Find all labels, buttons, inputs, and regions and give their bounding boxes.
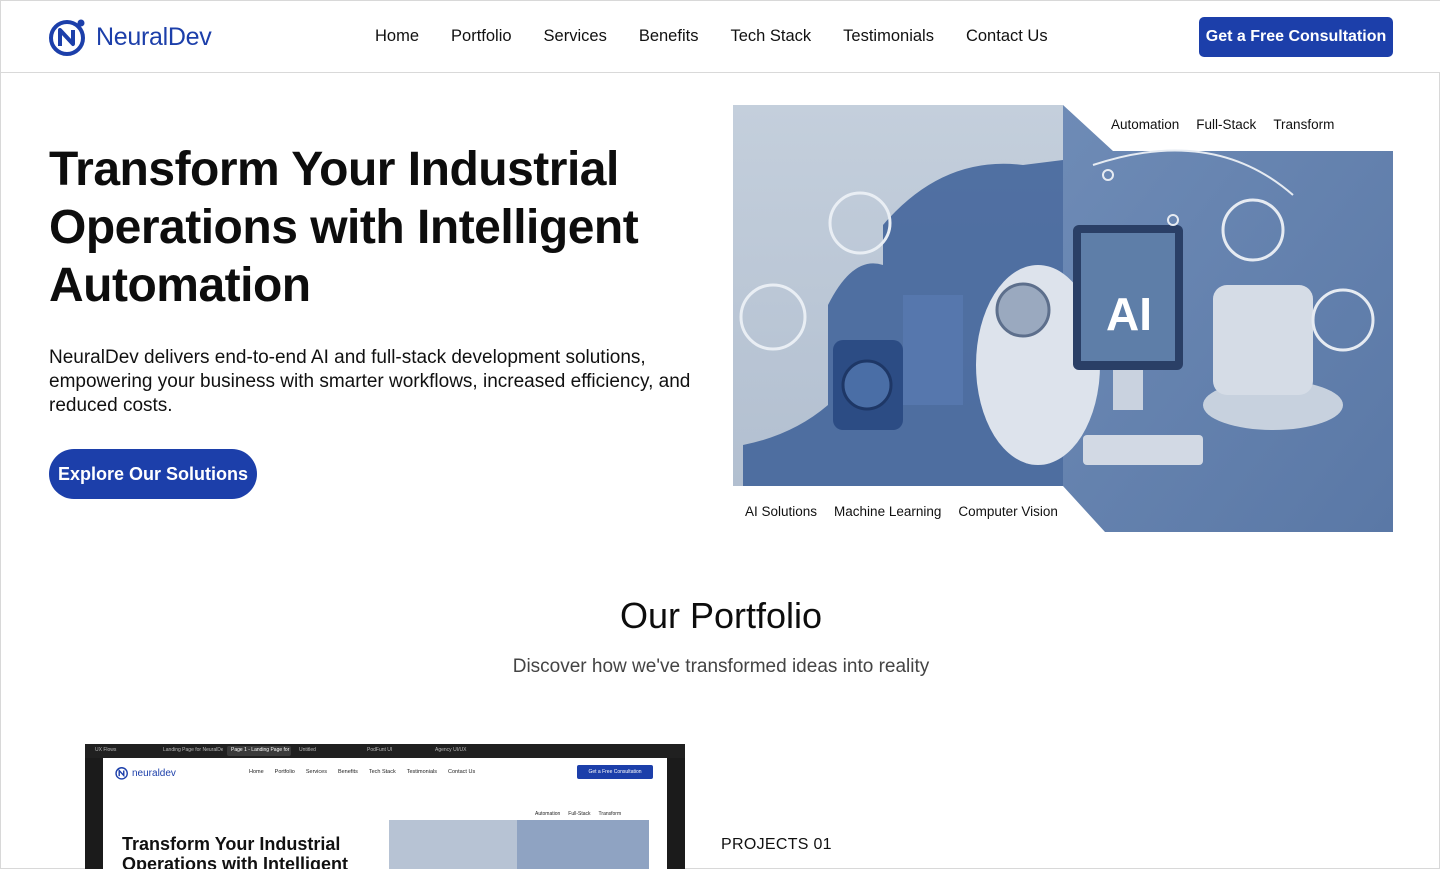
preview-tag: Transform — [598, 811, 622, 817]
preview-nav-link: Home — [249, 769, 264, 775]
preview-nav-link: Portfolio — [274, 769, 295, 775]
preview-tag: Full-Stack — [568, 811, 591, 817]
hero-subtitle: NeuralDev delivers end-to-end AI and ful… — [49, 347, 691, 416]
preview-title-line: Transform Your Industrial — [122, 834, 341, 854]
project-number-label: PROJECTS 01 — [721, 836, 832, 853]
preview-nav-link: Contact Us — [448, 769, 476, 775]
hero-title-line: Automation — [49, 259, 311, 312]
explore-solutions-button[interactable]: Explore Our Solutions — [49, 449, 257, 499]
tag-label: Computer Vision — [958, 504, 1058, 519]
preview-page: neuraldev Home Portfolio Services Benefi… — [103, 758, 667, 869]
preview-tab: PodFunt UI — [367, 747, 393, 753]
free-consultation-button[interactable]: Get a Free Consultation — [1199, 17, 1393, 57]
preview-logo-text: neuraldev — [132, 767, 176, 779]
nav-link-services[interactable]: Services — [544, 27, 607, 46]
nav-link-portfolio[interactable]: Portfolio — [451, 27, 512, 46]
preview-hero-image — [389, 820, 649, 869]
monitor-ai-text: AI — [1106, 288, 1152, 340]
portfolio-subtitle: Discover how we've transformed ideas int… — [512, 656, 930, 677]
preview-tab: UX Flows — [95, 747, 117, 753]
preview-cta: Get a Free Consultation — [577, 765, 653, 779]
hero-title-line: Operations with Intelligent — [49, 201, 639, 254]
hero-tags-top: Automation Full-Stack Transform — [1111, 117, 1334, 132]
neuraldev-logo-icon — [49, 19, 85, 56]
preview-tab: Page 1 - Landing Page for NeuralDev — [227, 746, 291, 756]
nav-link-home[interactable]: Home — [375, 27, 419, 46]
preview-nav-link: Testimonials — [406, 769, 437, 775]
nav-link-benefits[interactable]: Benefits — [639, 27, 699, 46]
tag-label: Automation — [1111, 117, 1180, 132]
nav-link-contact[interactable]: Contact Us — [966, 27, 1048, 46]
preview-tab: Agency UI/UX — [435, 747, 467, 753]
nav-link-testimonials[interactable]: Testimonials — [843, 27, 934, 46]
preview-title-line: Operations with Intelligent — [122, 854, 349, 869]
portfolio-title: Our Portfolio — [619, 595, 823, 636]
preview-browser-tabs: UX Flows Landing Page for NeuralDev Page… — [85, 744, 685, 758]
preview-nav: Home Portfolio Services Benefits Tech St… — [249, 769, 475, 775]
brand-name: NeuralDev — [96, 22, 212, 51]
preview-logo: neuraldev — [115, 766, 176, 780]
preview-title: Transform Your Industrial Operations wit… — [122, 834, 348, 869]
preview-nav-link: Services — [305, 769, 327, 775]
nav-link-tech-stack[interactable]: Tech Stack — [730, 27, 811, 46]
preview-tags: Automation Full-Stack Transform — [535, 811, 621, 817]
hero-illustration: AI — [733, 105, 1393, 532]
tag-label: Machine Learning — [834, 504, 942, 519]
top-navbar: NeuralDev Home Portfolio Services Benefi… — [1, 1, 1440, 73]
preview-tab: Landing Page for NeuralDev — [163, 747, 223, 753]
neuraldev-logo-icon — [115, 767, 128, 780]
preview-tab: Untitled — [299, 747, 316, 753]
hero-title: Transform Your Industrial Operations wit… — [49, 141, 689, 315]
main-nav: Home Portfolio Services Benefits Tech St… — [375, 27, 1048, 46]
tag-label: AI Solutions — [745, 504, 818, 519]
brand-logo[interactable]: NeuralDev — [48, 17, 212, 57]
project-preview-screenshot[interactable]: UX Flows Landing Page for NeuralDev Page… — [85, 744, 685, 869]
hero-title-line: Transform Your Industrial — [49, 143, 619, 196]
preview-nav-link: Benefits — [337, 769, 358, 775]
tag-label: Full-Stack — [1196, 117, 1257, 132]
preview-nav-link: Tech Stack — [368, 769, 396, 775]
preview-tag: Automation — [535, 811, 561, 817]
tag-label: Transform — [1273, 117, 1335, 132]
hero-tags-bottom: AI Solutions Machine Learning Computer V… — [745, 504, 1058, 519]
